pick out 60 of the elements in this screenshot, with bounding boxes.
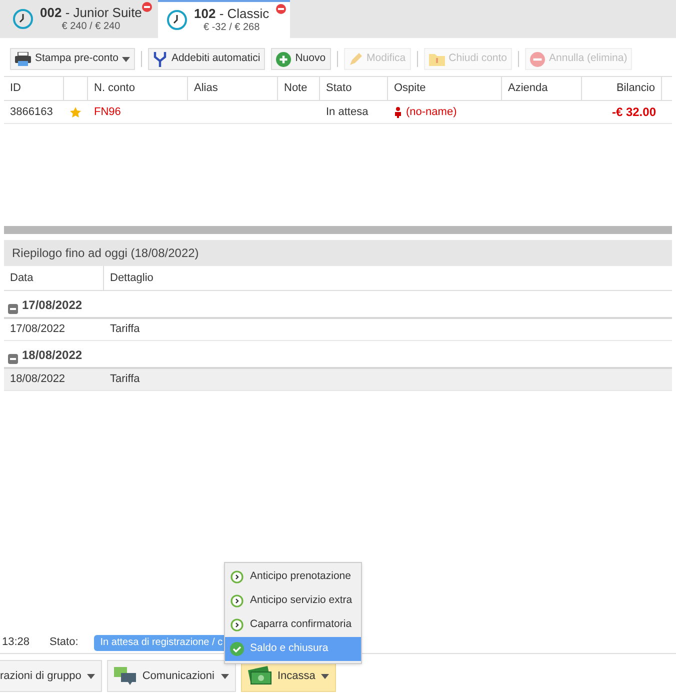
close-icon[interactable] — [142, 2, 152, 12]
menu-item[interactable]: Anticipo servizio extra — [225, 589, 361, 613]
table-cell-text: 17/08/2022 — [10, 322, 66, 338]
column-header[interactable]: Dettaglio — [110, 270, 154, 286]
bottom-button[interactable]: Comunicazioni — [107, 660, 236, 692]
pencil-icon — [348, 52, 363, 66]
caret-icon — [87, 674, 96, 678]
refresh-clock-icon — [230, 618, 244, 632]
tab-title: 002 - Junior Suite — [40, 4, 142, 21]
add-icon — [276, 52, 292, 66]
column-header[interactable]: Stato — [326, 80, 352, 97]
refresh-clock-icon — [230, 570, 244, 584]
table-cell-text: 18/08/2022 — [10, 372, 66, 388]
menu-item[interactable]: Anticipo prenotazione — [225, 565, 361, 589]
column-header[interactable]: ID — [10, 80, 21, 97]
toolbar-button[interactable]: Stampa pre-conto — [10, 48, 136, 70]
column-header[interactable]: Ospite — [394, 80, 426, 97]
clock-icon — [166, 9, 188, 31]
section-header: Riepilogo fino ad oggi (18/08/2022) — [4, 240, 672, 266]
tab-title: 102 - Classic — [194, 6, 270, 22]
toolbar-button[interactable]: Addebiti automatici — [148, 48, 266, 70]
folder-icon — [428, 52, 445, 66]
banknotes-icon — [248, 666, 272, 686]
summary-row[interactable]: 18/08/2022 Tariffa — [4, 369, 672, 391]
table-cell-text: Tariffa — [110, 322, 140, 338]
tab-amounts: € -32 / € 268 — [204, 22, 260, 34]
table-cell-text: In attesa — [326, 104, 368, 120]
room-tab[interactable]: 102 - Classic € -32 / € 268 — [158, 0, 290, 38]
table-cell-text: -€ 32.00 — [612, 104, 656, 121]
refresh-clock-icon — [230, 594, 244, 608]
column-header[interactable]: Alias — [194, 80, 218, 97]
column-header[interactable]: N. conto — [94, 80, 135, 97]
column-header[interactable]: Data — [10, 270, 34, 286]
clock-icon — [12, 8, 34, 30]
bottom-button[interactable]: razioni di gruppo — [0, 660, 102, 692]
column-header[interactable]: Bilancio — [616, 80, 655, 97]
check-icon — [230, 642, 244, 656]
column-header[interactable]: Azienda — [508, 80, 548, 97]
collapse-icon[interactable] — [8, 304, 18, 314]
toolbar-button[interactable]: Nuovo — [271, 48, 331, 70]
menu-item[interactable]: Caparra confirmatoria — [225, 613, 361, 637]
fork-icon — [153, 51, 168, 67]
chat-icon — [114, 667, 136, 685]
printer-icon — [15, 52, 31, 66]
remove-icon — [530, 52, 546, 66]
caret-icon — [321, 674, 330, 678]
person-icon — [394, 106, 402, 118]
table-cell-text: 3866163 — [10, 104, 53, 120]
close-icon[interactable] — [276, 4, 286, 14]
table-cell-text: Tariffa — [110, 372, 140, 388]
group-label: 17/08/2022 — [22, 297, 82, 314]
time-text: 13:28 — [2, 635, 30, 650]
tab-amounts: € 240 / € 240 — [62, 20, 120, 34]
column-header[interactable]: Note — [284, 80, 308, 97]
caret-icon — [220, 674, 228, 678]
collapse-icon[interactable] — [8, 354, 18, 364]
group-label: 18/08/2022 — [22, 347, 82, 364]
table-cell-text: FN96 — [94, 104, 121, 120]
table-cell-text: (no-name) — [406, 104, 457, 120]
status-label: Stato: — [50, 635, 78, 650]
